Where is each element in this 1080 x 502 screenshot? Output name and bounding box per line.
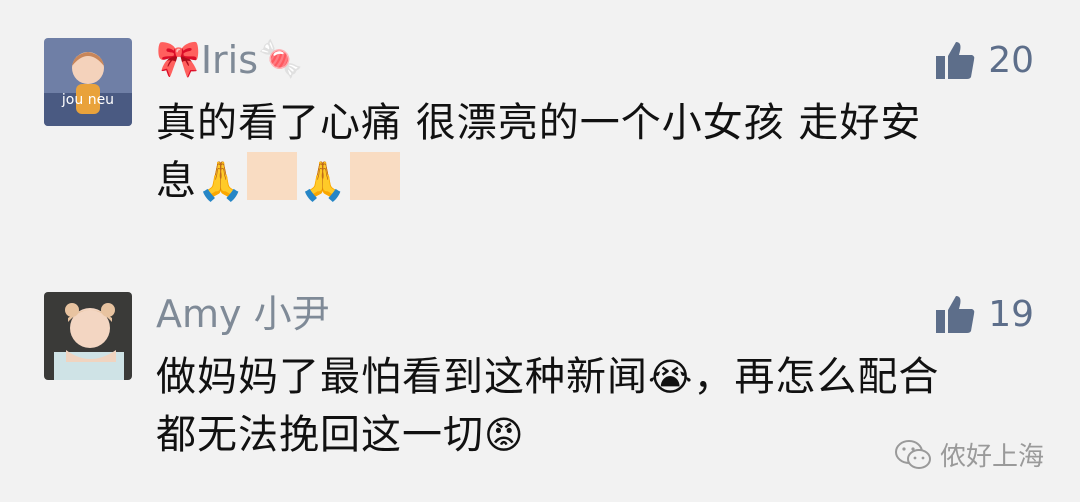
pray-icon: 🙏 <box>197 159 246 203</box>
skin-tone-box <box>349 152 400 200</box>
commenter-name[interactable]: Amy 小尹 <box>156 292 330 336</box>
commenter-name-text: Amy 小尹 <box>156 292 330 336</box>
watermark-text: 侬好上海 <box>939 442 1044 472</box>
skin-tone-box <box>247 152 298 200</box>
like-count: 20 <box>988 39 1034 81</box>
watermark: 侬好上海 <box>894 436 1044 473</box>
comment-text-fragment: ，再怎么配合 <box>693 354 940 400</box>
angry-face-icon: 😡 <box>484 413 525 457</box>
candy-icon: 🍬 <box>258 39 303 80</box>
comment-text-line: 息🙏 🙏 <box>156 152 1036 210</box>
avatar[interactable] <box>44 292 132 380</box>
svg-text:jou neu: jou neu <box>61 92 114 108</box>
thumbs-up-icon <box>936 42 975 79</box>
wechat-icon <box>894 439 931 469</box>
like-button[interactable]: 20 <box>934 38 1034 82</box>
comment-text-line: 真的看了心痛 很漂亮的一个小女孩 走好安 <box>156 100 922 146</box>
like-count: 19 <box>988 293 1034 335</box>
avatar[interactable]: jou neu <box>44 38 132 126</box>
commenter-name[interactable]: 🎀 Iris 🍬 <box>156 38 303 82</box>
thumbs-up-icon <box>936 296 975 333</box>
pray-icon: 🙏 <box>299 159 348 203</box>
comment-text-line: 做妈妈了最怕看到这种新闻😭，再怎么配合 <box>156 348 1036 406</box>
comment-text: 真的看了心痛 很漂亮的一个小女孩 走好安 息🙏 🙏 <box>156 94 1036 210</box>
commenter-name-text: Iris <box>200 38 259 82</box>
comment-text-fragment: 息 <box>156 158 197 204</box>
like-button[interactable]: 19 <box>934 292 1034 336</box>
comment-text-fragment: 都无法挽回这一切 <box>156 412 484 458</box>
comment-text-fragment: 做妈妈了最怕看到这种新闻 <box>156 354 648 400</box>
ribbon-icon: 🎀 <box>156 39 201 80</box>
crying-face-icon: 😭 <box>648 355 694 399</box>
